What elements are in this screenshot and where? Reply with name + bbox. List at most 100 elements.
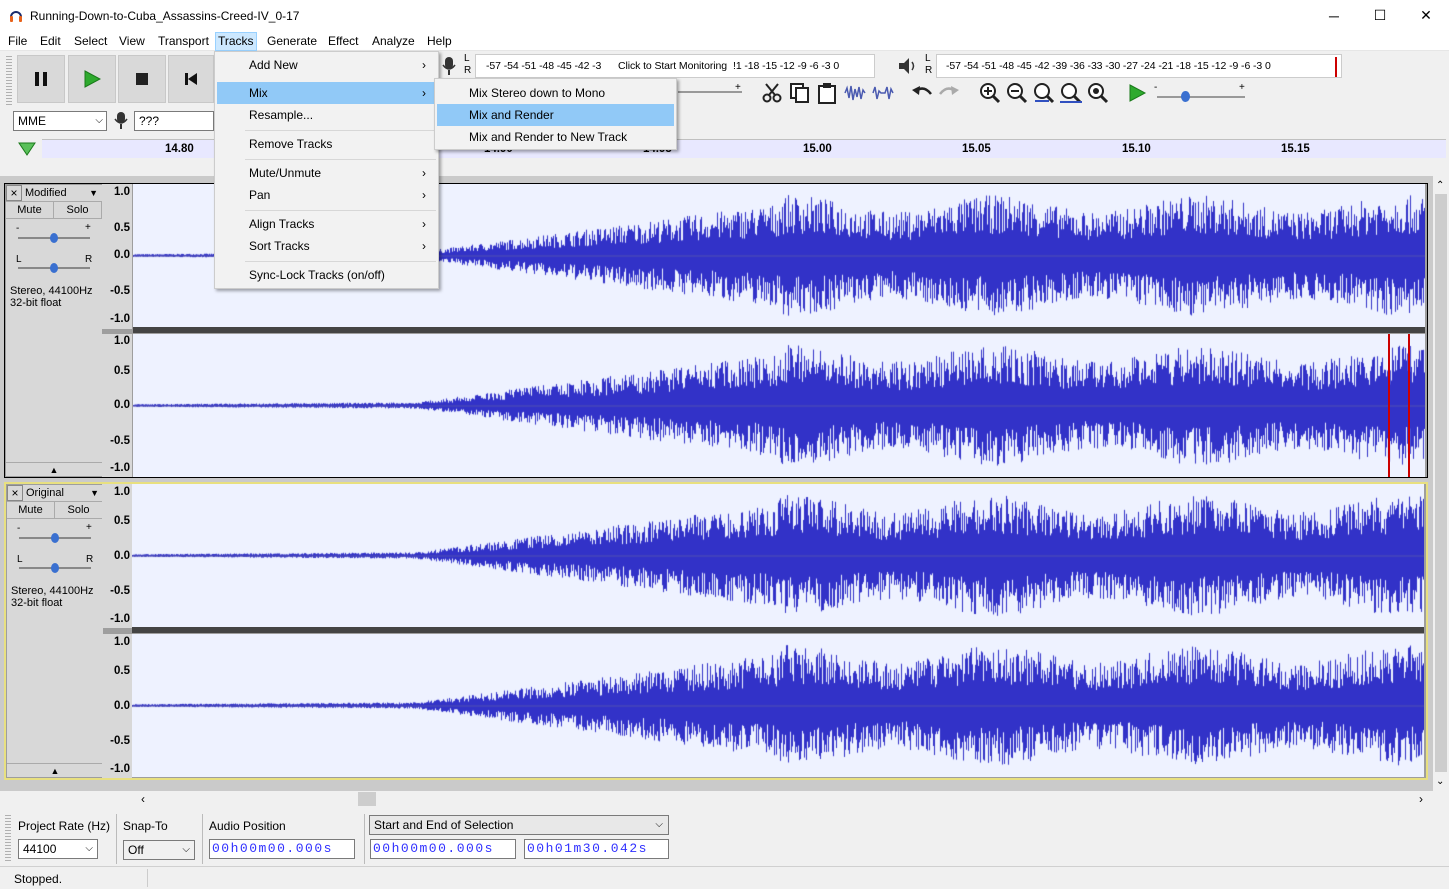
maximize-button[interactable]: ☐ xyxy=(1357,0,1403,31)
snap-to-select[interactable]: Off ⌵ xyxy=(123,840,195,860)
menu-generate[interactable]: Generate xyxy=(264,33,320,50)
menu-effect[interactable]: Effect xyxy=(325,33,361,50)
track-menu-dropdown-icon[interactable]: ▼ xyxy=(89,188,98,198)
solo-button[interactable]: Solo xyxy=(55,502,103,518)
toolbar-grip[interactable] xyxy=(6,56,12,106)
input-device-select[interactable]: ??? (Realtek(R) xyxy=(134,111,214,131)
gain-thumb[interactable] xyxy=(50,233,58,243)
project-rate-select[interactable]: 44100 ⌵ xyxy=(18,839,98,859)
vertical-scroll-thumb[interactable] xyxy=(1435,194,1447,772)
amplitude-ruler-left: 1.0 0.5 0.0 -0.5 -1.0 xyxy=(102,184,132,329)
menu-help[interactable]: Help xyxy=(424,33,455,50)
fit-project-button[interactable] xyxy=(1059,81,1083,105)
record-meter-button[interactable] xyxy=(440,55,458,77)
track-menu-dropdown-icon[interactable]: ▼ xyxy=(90,488,99,498)
scroll-down-icon[interactable]: ⌄ xyxy=(1436,776,1444,787)
track-original[interactable]: × Original ▼ Mute Solo - + L R Stereo, 4… xyxy=(4,482,1428,780)
menu-separator xyxy=(245,261,436,262)
menu-item-mix-and-render[interactable]: Mix and Render xyxy=(437,104,674,126)
track-name[interactable]: Original xyxy=(26,487,64,499)
menu-item-mix-stereo-to-mono[interactable]: Mix Stereo down to Mono xyxy=(437,82,674,104)
ruler-tick-label: 15.10 xyxy=(1122,143,1151,155)
menu-item-add-new[interactable]: Add New › xyxy=(217,54,436,76)
horizontal-scroll-thumb[interactable] xyxy=(358,792,376,806)
menu-view[interactable]: View xyxy=(116,33,148,50)
menu-tracks[interactable]: Tracks xyxy=(215,32,257,51)
menu-item-align-tracks[interactable]: Align Tracks › xyxy=(217,213,436,235)
redo-button[interactable] xyxy=(937,81,961,105)
trim-button[interactable] xyxy=(843,81,867,105)
menu-item-mute-unmute[interactable]: Mute/Unmute › xyxy=(217,162,436,184)
selection-end-field[interactable]: 00h01m30.042s xyxy=(524,839,669,859)
paste-button[interactable] xyxy=(815,81,839,105)
silence-button[interactable] xyxy=(871,81,895,105)
menu-separator xyxy=(245,130,436,131)
pan-slider[interactable]: L R xyxy=(7,549,103,579)
collapse-track-icon[interactable]: ▲ xyxy=(6,462,102,476)
scroll-left-icon[interactable]: ‹ xyxy=(141,792,145,806)
track-name[interactable]: Modified xyxy=(25,187,67,199)
zoom-in-icon xyxy=(980,83,1001,104)
menu-file[interactable]: File xyxy=(5,33,30,50)
undo-button[interactable] xyxy=(910,81,934,105)
horizontal-scrollbar[interactable]: ‹ › xyxy=(0,791,1433,808)
selection-start-field[interactable]: 00h00m00.000s xyxy=(370,839,516,859)
play-speed-slider[interactable] xyxy=(1157,96,1245,98)
zoom-out-button[interactable] xyxy=(1005,81,1029,105)
mute-button[interactable]: Mute xyxy=(7,502,55,518)
menu-item-resample[interactable]: Resample... xyxy=(217,104,436,126)
cut-button[interactable] xyxy=(760,81,784,105)
playback-meter-button[interactable] xyxy=(897,55,919,77)
menu-item-label: Mix Stereo down to Mono xyxy=(469,86,606,100)
menu-transport[interactable]: Transport xyxy=(155,33,212,50)
solo-button[interactable]: Solo xyxy=(54,202,102,218)
zoom-toggle-button[interactable] xyxy=(1086,81,1110,105)
pan-slider[interactable]: L R xyxy=(6,249,102,279)
audio-host-select[interactable]: MME ⌵ xyxy=(13,111,107,131)
gain-slider[interactable]: - + xyxy=(6,219,102,249)
play-at-speed-button[interactable] xyxy=(1125,81,1149,105)
pan-thumb[interactable] xyxy=(50,263,58,273)
play-head-marker-icon[interactable] xyxy=(17,141,37,157)
waveform-left-channel[interactable] xyxy=(132,484,1424,627)
menu-item-sort-tracks[interactable]: Sort Tracks › xyxy=(217,235,436,257)
close-track-icon[interactable]: × xyxy=(6,185,22,201)
play-speed-thumb[interactable] xyxy=(1181,91,1190,102)
menu-item-sync-lock[interactable]: Sync-Lock Tracks (on/off) xyxy=(217,264,436,286)
pause-button[interactable] xyxy=(17,55,65,103)
menu-item-pan[interactable]: Pan › xyxy=(217,184,436,206)
mute-button[interactable]: Mute xyxy=(6,202,54,218)
amplitude-ruler-right: 1.0 0.5 0.0 -0.5 -1.0 xyxy=(102,634,132,778)
record-volume-slider[interactable] xyxy=(678,91,742,93)
menu-select[interactable]: Select xyxy=(71,33,110,50)
skip-start-button[interactable] xyxy=(168,55,214,103)
fit-selection-button[interactable] xyxy=(1032,81,1056,105)
gain-slider[interactable]: - + xyxy=(7,519,103,549)
scroll-up-icon[interactable]: ⌃ xyxy=(1436,180,1444,191)
menu-item-remove-tracks[interactable]: Remove Tracks xyxy=(217,133,436,155)
play-button[interactable] xyxy=(68,55,116,103)
zoom-in-button[interactable] xyxy=(978,81,1002,105)
minimize-button[interactable]: ─ xyxy=(1311,0,1357,31)
waveform-right-channel[interactable] xyxy=(133,334,1425,477)
record-meter-r: R xyxy=(464,65,472,76)
menu-item-mix[interactable]: Mix › xyxy=(217,82,436,104)
stop-button[interactable] xyxy=(118,55,166,103)
pan-thumb[interactable] xyxy=(51,563,59,573)
close-button[interactable]: ✕ xyxy=(1403,0,1449,31)
waveform-right-channel[interactable] xyxy=(132,634,1424,777)
collapse-track-icon[interactable]: ▲ xyxy=(7,763,103,777)
menu-analyze[interactable]: Analyze xyxy=(369,33,418,50)
menu-edit[interactable]: Edit xyxy=(37,33,64,50)
close-track-icon[interactable]: × xyxy=(7,485,23,501)
vertical-scrollbar[interactable]: ⌃ ⌄ xyxy=(1433,178,1449,791)
copy-button[interactable] xyxy=(788,81,812,105)
menu-item-mix-render-new-track[interactable]: Mix and Render to New Track xyxy=(437,126,674,148)
toolbar-grip[interactable] xyxy=(5,815,11,863)
stop-icon xyxy=(136,73,148,85)
scroll-right-icon[interactable]: › xyxy=(1419,792,1423,806)
selection-mode-select[interactable]: Start and End of Selection ⌵ xyxy=(369,815,669,835)
gain-thumb[interactable] xyxy=(51,533,59,543)
track-control-panel: × Original ▼ Mute Solo - + L R Stereo, 4… xyxy=(7,485,103,777)
audio-position-field[interactable]: 00h00m00.000s xyxy=(209,839,355,859)
